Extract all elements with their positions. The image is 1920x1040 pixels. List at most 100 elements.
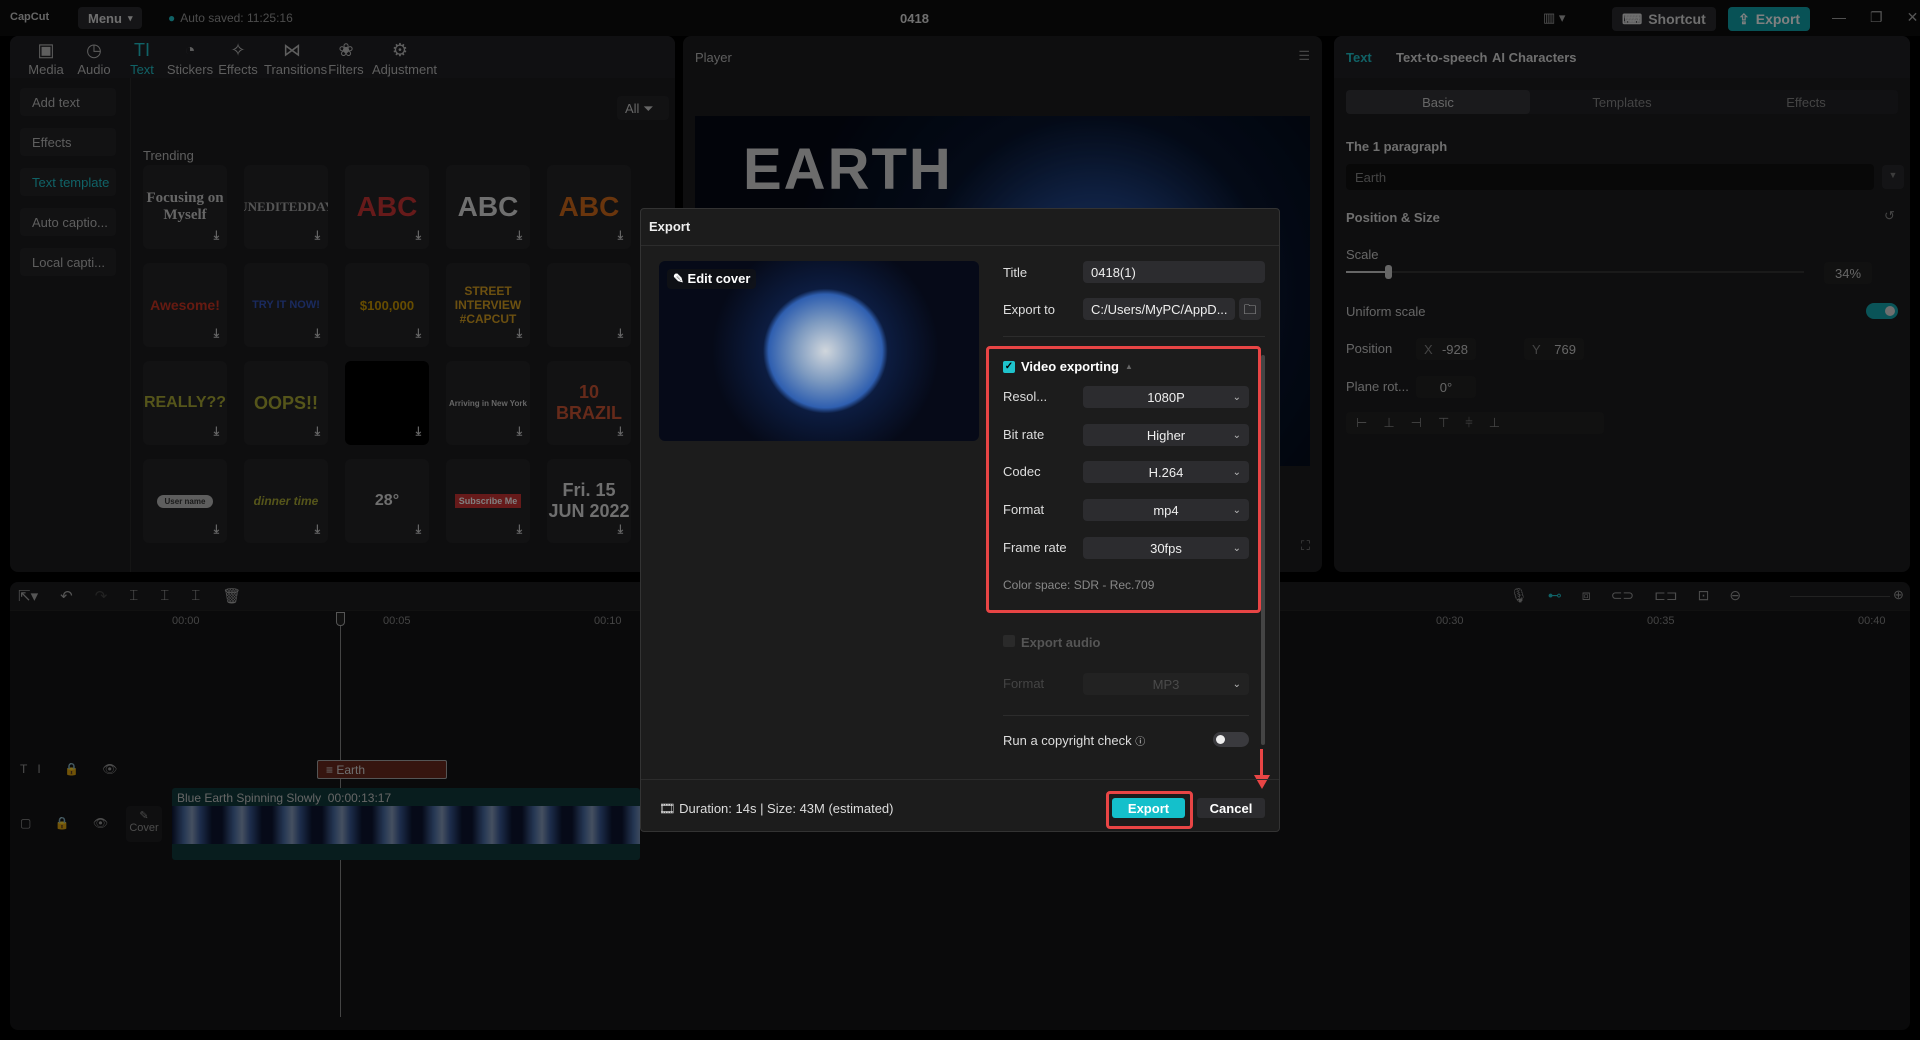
zoom-slider[interactable] xyxy=(1790,596,1890,597)
tab-text-to-speech[interactable]: Text-to-speech xyxy=(1396,50,1488,65)
download-icon[interactable]: ⤓ xyxy=(214,326,219,341)
download-icon[interactable]: ⤓ xyxy=(315,522,320,537)
tab-effects[interactable]: ✧ Effects xyxy=(210,40,266,77)
download-icon[interactable]: ⤓ xyxy=(416,228,421,243)
tab-transitions[interactable]: ⋈ Transitions xyxy=(264,40,327,77)
download-icon[interactable]: ⤓ xyxy=(214,228,219,243)
redo-icon[interactable]: ↷ xyxy=(95,587,108,605)
uniform-scale-toggle[interactable] xyxy=(1866,303,1898,319)
text-template-card[interactable]: User name ⤓ xyxy=(143,459,227,543)
auto-snap-icon[interactable]: ⧈ xyxy=(1582,587,1591,604)
export-path-input[interactable]: C:/Users/MyPC/AppD... xyxy=(1083,298,1235,320)
layout-icon[interactable]: ▥ ▾ xyxy=(1543,10,1565,26)
text-template-card[interactable]: STREET INTERVIEW #CAPCUT ⤓ xyxy=(446,263,530,347)
download-icon[interactable]: ⤓ xyxy=(618,424,623,439)
download-icon[interactable]: ⤓ xyxy=(416,424,421,439)
menu-button[interactable]: Menu ▾ xyxy=(78,7,143,29)
menu-icon[interactable]: ☰ xyxy=(1298,48,1310,64)
download-icon[interactable]: ⤓ xyxy=(315,424,320,439)
magnet-icon[interactable]: ⊷ xyxy=(1548,587,1562,604)
download-icon[interactable]: ⤓ xyxy=(517,326,522,341)
text-template-card[interactable]: Fri. 15 JUN 2022 ⤓ xyxy=(547,459,631,543)
cover-button[interactable]: ✎ Cover xyxy=(126,806,162,842)
fullscreen-icon[interactable]: ⛶ xyxy=(1301,538,1310,554)
cancel-button[interactable]: Cancel xyxy=(1197,798,1265,818)
rotation-input[interactable]: 0° xyxy=(1416,376,1476,398)
text-template-card[interactable]: ABC ⤓ xyxy=(345,165,429,249)
sidebar-item[interactable]: Text template xyxy=(20,168,116,196)
download-icon[interactable]: ⤓ xyxy=(618,228,623,243)
align-toolbar[interactable]: ⊢⊥⊣⊤⫩⊥ xyxy=(1346,412,1604,434)
select-tool-icon[interactable]: ⇱▾ xyxy=(18,587,38,605)
help-icon[interactable]: ⓘ xyxy=(1135,737,1145,748)
scale-slider[interactable] xyxy=(1346,265,1804,279)
download-icon[interactable]: ⤓ xyxy=(315,228,320,243)
download-icon[interactable]: ⤓ xyxy=(214,522,219,537)
download-icon[interactable]: ⤓ xyxy=(517,522,522,537)
sidebar-item[interactable]: Add text xyxy=(20,88,116,116)
paragraph-input[interactable]: Earth xyxy=(1346,164,1874,190)
text-template-card[interactable]: 10 BRAZIL ⤓ xyxy=(547,361,631,445)
text-template-card[interactable]: UNEDITEDDAY ⤓ xyxy=(244,165,328,249)
download-icon[interactable]: ⤓ xyxy=(315,326,320,341)
scale-input[interactable]: 34% xyxy=(1824,262,1872,284)
video-exporting-checkbox[interactable]: ✓ Video exporting ▲ xyxy=(1003,359,1133,374)
edit-cover-button[interactable]: ✎ Edit cover xyxy=(667,269,757,289)
setting-select[interactable]: Higher ⌄ xyxy=(1083,424,1249,446)
split-right-icon[interactable]: ⌶ xyxy=(191,587,200,605)
close-icon[interactable]: ✕ xyxy=(1907,9,1919,26)
text-template-card[interactable]: Subscribe Me ⤓ xyxy=(446,459,530,543)
text-clip[interactable]: ≡ Earth xyxy=(317,760,447,779)
setting-select[interactable]: mp4 ⌄ xyxy=(1083,499,1249,521)
text-template-card[interactable]: ⤓ xyxy=(547,263,631,347)
text-template-card[interactable]: ⤓ xyxy=(345,361,429,445)
download-icon[interactable]: ⤓ xyxy=(416,522,421,537)
text-template-card[interactable]: Focusing on Myself ⤓ xyxy=(143,165,227,249)
sidebar-item[interactable]: Effects xyxy=(20,128,116,156)
delete-icon[interactable]: 🗑 xyxy=(222,587,241,605)
title-input[interactable]: 0418(1) xyxy=(1083,261,1265,283)
tab-filters[interactable]: ❀ Filters xyxy=(318,40,374,77)
text-template-card[interactable]: Arriving in New York ⤓ xyxy=(446,361,530,445)
tab-adjustment[interactable]: ⚙ Adjustment xyxy=(372,40,437,77)
setting-select[interactable]: H.264 ⌄ xyxy=(1083,461,1249,483)
cover-preview[interactable]: ✎ Edit cover xyxy=(659,261,979,441)
export-button[interactable]: Export xyxy=(1112,798,1185,818)
filter-button[interactable]: All ⏷ xyxy=(617,96,669,120)
sidebar-item[interactable]: Local capti... xyxy=(20,248,116,276)
tab-ai-characters[interactable]: AI Characters xyxy=(1492,50,1577,65)
split-left-icon[interactable]: ⌶ xyxy=(160,587,169,605)
text-template-card[interactable]: ABC ⤓ xyxy=(547,165,631,249)
text-template-card[interactable]: Awesome! ⤓ xyxy=(143,263,227,347)
text-template-card[interactable]: REALLY?? ⤓ xyxy=(143,361,227,445)
text-template-card[interactable]: 28° ⤓ xyxy=(345,459,429,543)
link-icon[interactable]: ⊂⊃ xyxy=(1611,587,1634,604)
export-audio-checkbox[interactable]: Export audio xyxy=(1003,635,1100,650)
text-template-card[interactable]: ABC ⤓ xyxy=(446,165,530,249)
text-template-card[interactable]: dinner time ⤓ xyxy=(244,459,328,543)
sidebar-item[interactable]: Auto captio... xyxy=(20,208,116,236)
download-icon[interactable]: ⤓ xyxy=(618,522,623,537)
split-preview-icon[interactable]: ⊏⊐ xyxy=(1654,587,1677,604)
position-x-input[interactable]: X -928 xyxy=(1416,338,1476,360)
zoom-out-icon[interactable]: ⊖ xyxy=(1729,587,1741,604)
minimize-icon[interactable]: — xyxy=(1832,9,1846,26)
reset-icon[interactable]: ↺ xyxy=(1884,208,1895,224)
subtab-basic[interactable]: Basic xyxy=(1346,90,1530,114)
undo-icon[interactable]: ↶ xyxy=(60,587,73,605)
copyright-toggle[interactable] xyxy=(1213,732,1249,747)
text-template-card[interactable]: $100,000 ⤓ xyxy=(345,263,429,347)
download-icon[interactable]: ⤓ xyxy=(214,424,219,439)
top-export-button[interactable]: ⇪ Export xyxy=(1728,7,1811,31)
shortcut-button[interactable]: ⌨ Shortcut xyxy=(1612,7,1716,31)
microphone-icon[interactable]: 🎙 xyxy=(1510,587,1528,604)
position-y-input[interactable]: Y 769 xyxy=(1524,338,1584,360)
zoom-in-icon[interactable]: ⊕ xyxy=(1893,587,1904,603)
tab-text[interactable]: Text xyxy=(1346,50,1372,65)
download-icon[interactable]: ⤓ xyxy=(416,326,421,341)
preview-axis-icon[interactable]: ⊡ xyxy=(1698,587,1710,604)
text-track-controls[interactable]: TI 🔒 👁 xyxy=(20,762,128,776)
setting-select[interactable]: 30fps ⌄ xyxy=(1083,537,1249,559)
setting-select[interactable]: 1080P ⌄ xyxy=(1083,386,1249,408)
download-icon[interactable]: ⤓ xyxy=(618,326,623,341)
